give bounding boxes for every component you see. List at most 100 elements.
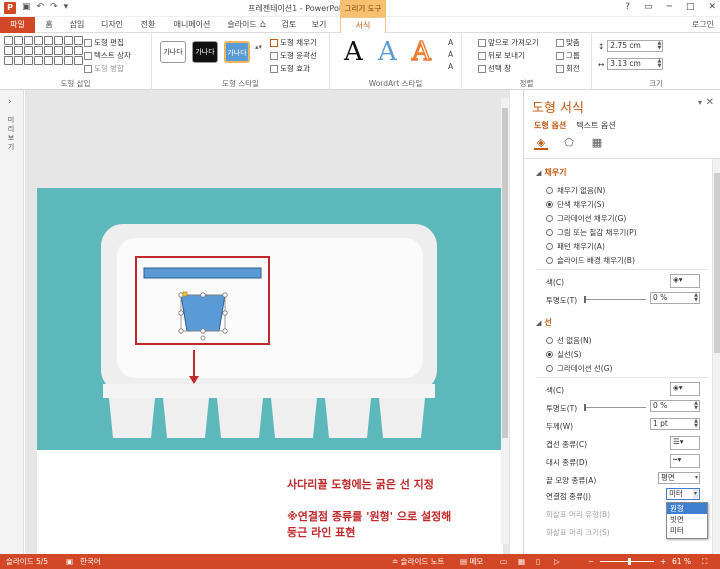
text-box-button[interactable]: 텍스트 상자 bbox=[84, 50, 131, 61]
spin-arrows-icon[interactable]: ▲ ▼ bbox=[657, 41, 661, 51]
dash-type-dropdown[interactable]: ┅▾ bbox=[670, 454, 700, 468]
zoom-slider-thumb[interactable] bbox=[628, 558, 631, 565]
login-link[interactable]: 로그인 bbox=[692, 17, 714, 33]
shape-height-input[interactable]: 2.75 cm ▲ ▼ bbox=[607, 40, 664, 52]
close-icon[interactable]: ✕ bbox=[706, 97, 714, 108]
close-icon[interactable]: ✕ bbox=[708, 2, 716, 12]
scroll-thumb[interactable] bbox=[714, 173, 720, 353]
help-icon[interactable]: ? bbox=[625, 2, 630, 12]
join-type-dropdown[interactable]: 미터 ▾ bbox=[666, 488, 700, 500]
bar-shape[interactable] bbox=[143, 267, 262, 279]
shape-icon[interactable] bbox=[74, 36, 83, 45]
zoom-out-icon[interactable]: − bbox=[588, 554, 594, 569]
save-icon[interactable]: ▣ bbox=[22, 2, 31, 12]
ribbon-display-icon[interactable]: ▭ bbox=[644, 2, 653, 12]
shape-icon[interactable] bbox=[24, 36, 33, 45]
shape-icon[interactable] bbox=[54, 46, 63, 55]
tab-home[interactable]: 홈 bbox=[38, 17, 60, 33]
rotate-button[interactable]: 회전 bbox=[556, 63, 580, 74]
radio-gradient-fill[interactable]: 그라데이션 채우기(G) bbox=[546, 213, 626, 224]
radio-picture-fill[interactable]: 그림 또는 질감 채우기(P) bbox=[546, 227, 637, 238]
join-option-bevel[interactable]: 빗면 bbox=[667, 514, 707, 525]
fill-color-picker[interactable]: ◈▾ bbox=[670, 274, 700, 288]
fit-to-window-icon[interactable]: ⛶ bbox=[702, 554, 707, 569]
slideshow-icon[interactable]: ▷ bbox=[554, 554, 560, 569]
reading-view-icon[interactable]: ▯ bbox=[536, 554, 540, 569]
fill-transparency-input[interactable]: 0 % ▲ ▼ bbox=[650, 292, 700, 304]
scroll-thumb[interactable] bbox=[502, 108, 508, 438]
tab-view[interactable]: 보기 bbox=[306, 17, 332, 33]
shape-icon[interactable] bbox=[44, 36, 53, 45]
fill-section-header[interactable]: ◢ 채우기 bbox=[536, 167, 566, 178]
shape-icon[interactable] bbox=[64, 56, 73, 65]
spin-arrows-icon[interactable]: ▲ ▼ bbox=[694, 401, 698, 411]
shape-width-input[interactable]: 3.13 cm ▲ ▼ bbox=[607, 58, 664, 70]
dropdown-arrow-icon[interactable]: ▾ bbox=[695, 473, 698, 483]
gallery-more-icon[interactable]: ▴▾ bbox=[255, 43, 262, 51]
shape-effects-button[interactable]: 도형 효과 bbox=[270, 63, 310, 74]
redo-icon[interactable]: ↷ bbox=[50, 2, 58, 12]
text-effects-icon[interactable]: A bbox=[448, 62, 453, 71]
zoom-in-icon[interactable]: + bbox=[660, 554, 666, 569]
shape-icon[interactable] bbox=[74, 46, 83, 55]
shape-icon[interactable] bbox=[34, 56, 43, 65]
selection-pane-button[interactable]: 선택 창 bbox=[478, 63, 511, 74]
radio-solid-line[interactable]: 실선(S) bbox=[546, 349, 581, 360]
trapezoid-shape[interactable] bbox=[180, 294, 226, 332]
fill-transparency-slider[interactable] bbox=[584, 296, 646, 303]
shape-style-white[interactable]: 가나다 bbox=[160, 41, 186, 63]
text-fill-icon[interactable]: A bbox=[448, 38, 453, 47]
line-section-header[interactable]: ◢ 선 bbox=[536, 317, 552, 328]
shape-icon[interactable] bbox=[4, 36, 13, 45]
shape-fill-button[interactable]: 도형 채우기 bbox=[270, 37, 317, 48]
pane-scrollbar[interactable] bbox=[712, 159, 720, 554]
wordart-orange-outline[interactable]: A bbox=[411, 38, 431, 66]
shape-icon[interactable] bbox=[54, 56, 63, 65]
pane-menu-icon[interactable]: ▾ bbox=[698, 98, 702, 107]
spin-arrows-icon[interactable]: ▲ ▼ bbox=[694, 293, 698, 303]
tab-text-options[interactable]: 텍스트 옵션 bbox=[576, 120, 615, 131]
zoom-slider[interactable] bbox=[600, 561, 654, 562]
text-outline-icon[interactable]: A bbox=[448, 50, 453, 59]
fill-line-icon[interactable]: ◈ bbox=[534, 136, 548, 150]
tab-format[interactable]: 서식 bbox=[340, 17, 386, 33]
align-button[interactable]: 맞춤 bbox=[556, 37, 580, 48]
normal-view-icon[interactable]: ▭ bbox=[500, 554, 507, 569]
adjust-handle[interactable] bbox=[182, 291, 188, 297]
join-option-round[interactable]: 원형 bbox=[667, 503, 707, 514]
tab-review[interactable]: 검토 bbox=[276, 17, 302, 33]
shape-style-black[interactable]: 가나다 bbox=[192, 41, 218, 63]
tab-animations[interactable]: 애니메이션 bbox=[168, 17, 216, 33]
shape-icon[interactable] bbox=[14, 56, 23, 65]
tab-file[interactable]: 파일 bbox=[0, 17, 35, 33]
size-properties-icon[interactable]: ▦ bbox=[590, 136, 604, 150]
radio-background-fill[interactable]: 슬라이드 배경 채우기(B) bbox=[546, 255, 635, 266]
canvas-scrollbar[interactable] bbox=[501, 98, 509, 544]
wordart-blue[interactable]: A bbox=[378, 39, 397, 65]
merge-shapes-button[interactable]: 도형 병합 bbox=[84, 63, 124, 74]
line-width-input[interactable]: 1 pt ▲ ▼ bbox=[650, 418, 700, 430]
shape-style-blue[interactable]: 가나다 bbox=[224, 41, 250, 63]
dropdown-arrow-icon[interactable]: ▾ bbox=[692, 489, 698, 499]
shape-icon[interactable] bbox=[64, 46, 73, 55]
wordart-black[interactable]: A bbox=[344, 39, 363, 65]
spellcheck-icon[interactable]: ▣ bbox=[66, 554, 73, 569]
minimize-icon[interactable]: ─ bbox=[667, 2, 672, 12]
join-option-miter[interactable]: 미터 bbox=[667, 525, 707, 536]
slide-sorter-icon[interactable]: ▦ bbox=[518, 554, 525, 569]
effects-pentagon-icon[interactable]: ⬠ bbox=[562, 136, 576, 150]
shape-icon[interactable] bbox=[4, 56, 13, 65]
undo-icon[interactable]: ↶ bbox=[37, 2, 45, 12]
shape-icon[interactable] bbox=[24, 56, 33, 65]
notes-button[interactable]: ≐ 슬라이드 노트 bbox=[392, 554, 444, 569]
line-transparency-slider[interactable] bbox=[584, 404, 646, 411]
bring-forward-button[interactable]: 앞으로 가져오기 bbox=[478, 37, 539, 48]
shape-icon[interactable] bbox=[64, 36, 73, 45]
customize-qat-icon[interactable]: ▾ bbox=[64, 2, 69, 12]
cap-type-dropdown[interactable]: 평면 ▾ bbox=[658, 472, 700, 484]
shape-icon[interactable] bbox=[34, 46, 43, 55]
tab-insert[interactable]: 삽입 bbox=[64, 17, 90, 33]
comments-button[interactable]: ▤ 메모 bbox=[460, 554, 483, 569]
thumbnail-pane-label[interactable]: 미리보기 bbox=[5, 116, 17, 152]
maximize-icon[interactable]: □ bbox=[686, 2, 695, 12]
